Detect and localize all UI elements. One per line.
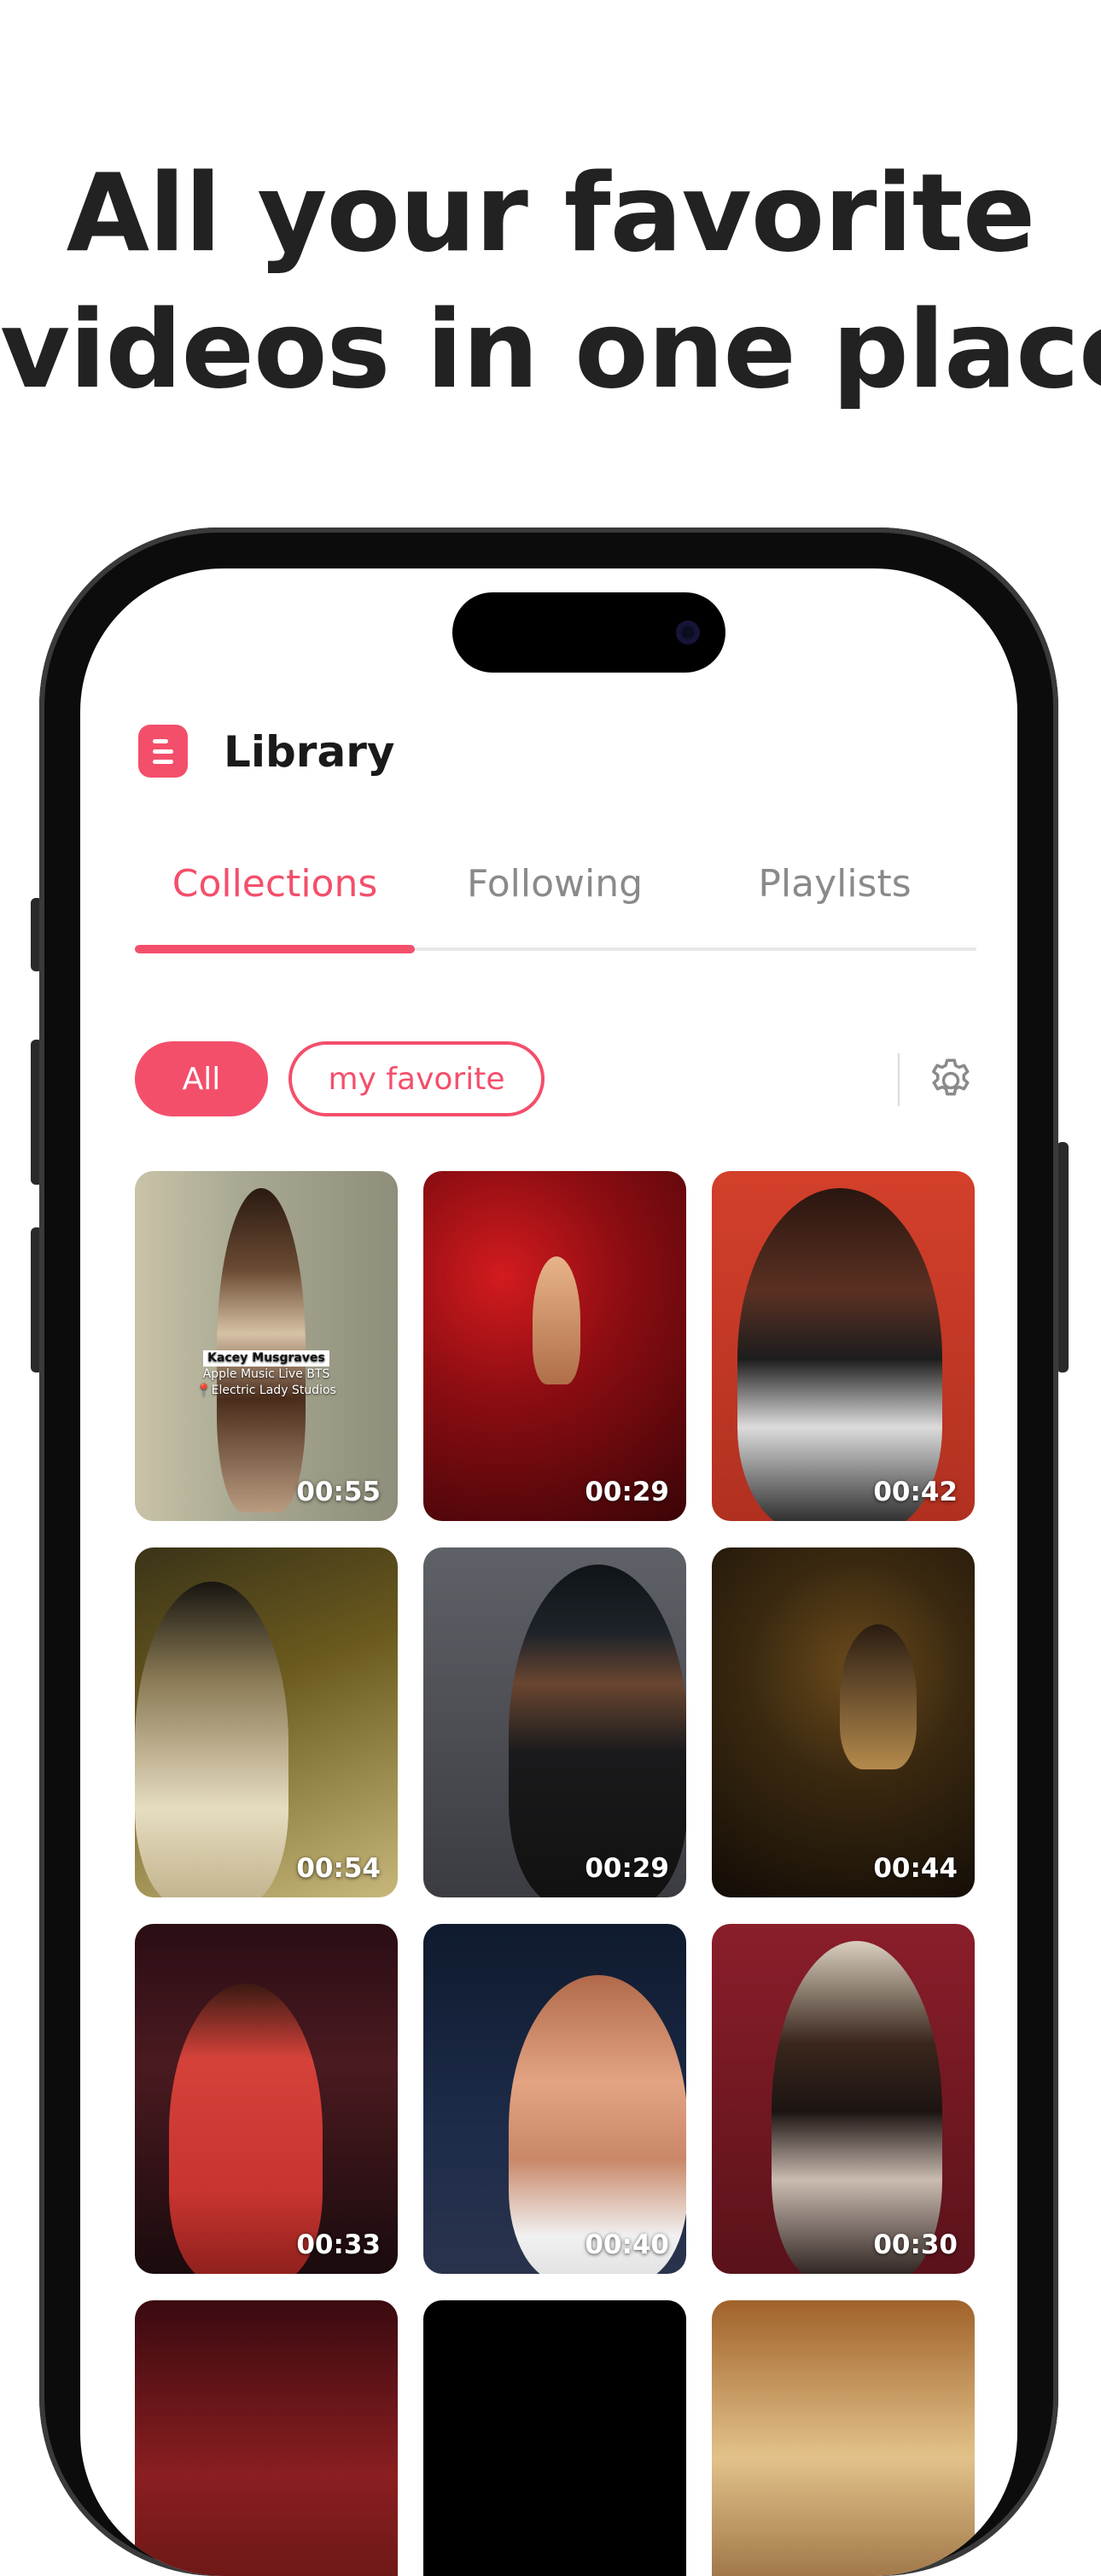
tab-collections[interactable]: Collections	[135, 862, 415, 906]
list-icon	[138, 725, 188, 778]
video-thumbnail[interactable]: 00:40	[423, 1924, 686, 2274]
video-duration: 00:30	[873, 2229, 958, 2260]
phone-power-button	[1057, 1142, 1069, 1373]
tab-following[interactable]: Following	[415, 862, 695, 906]
video-thumbnail[interactable]: 00:54	[135, 1547, 398, 1897]
video-thumbnail[interactable]: Kacey Musgraves Apple Music Live BTS 📍El…	[135, 1171, 398, 1521]
tab-playlists[interactable]: Playlists	[695, 862, 975, 906]
camera-icon	[676, 621, 700, 644]
headline-line-2: videos in one place	[0, 287, 1101, 412]
video-thumbnail[interactable]	[423, 2300, 686, 2576]
video-thumbnail[interactable]	[135, 2300, 398, 2576]
video-thumbnail[interactable]: 00:33	[135, 1924, 398, 2274]
phone-screen: Library Collections Following Playlists …	[80, 568, 1017, 2576]
video-duration: 00:44	[873, 1853, 958, 1884]
filter-chip-all[interactable]: All	[135, 1041, 268, 1116]
marketing-headline: All your favorite videos in one place	[0, 145, 1101, 418]
dynamic-island	[452, 592, 725, 673]
video-caption: Kacey Musgraves Apple Music Live BTS 📍El…	[196, 1350, 336, 1397]
video-duration: 00:33	[296, 2229, 381, 2260]
video-thumbnail[interactable]: 00:44	[712, 1547, 975, 1897]
headline-line-1: All your favorite	[66, 150, 1036, 276]
video-duration: 00:29	[585, 1477, 669, 1507]
phone-frame: Library Collections Following Playlists …	[39, 527, 1058, 2576]
video-duration: 00:55	[296, 1477, 381, 1507]
page-title: Library	[224, 727, 395, 777]
gear-icon[interactable]	[925, 1055, 976, 1106]
video-thumbnail[interactable]	[712, 2300, 975, 2576]
active-tab-indicator	[135, 945, 415, 953]
video-thumbnail[interactable]: 00:42	[712, 1171, 975, 1521]
video-duration: 00:40	[585, 2229, 669, 2260]
video-thumbnail[interactable]: 00:29	[423, 1171, 686, 1521]
video-duration: 00:54	[296, 1853, 381, 1884]
filter-chip-my-favorite[interactable]: my favorite	[288, 1041, 545, 1116]
video-duration: 00:42	[873, 1477, 958, 1507]
video-thumbnail[interactable]: 00:29	[423, 1547, 686, 1897]
video-duration: 00:29	[585, 1853, 669, 1884]
filter-divider	[898, 1053, 900, 1106]
video-thumbnail[interactable]: 00:30	[712, 1924, 975, 2274]
